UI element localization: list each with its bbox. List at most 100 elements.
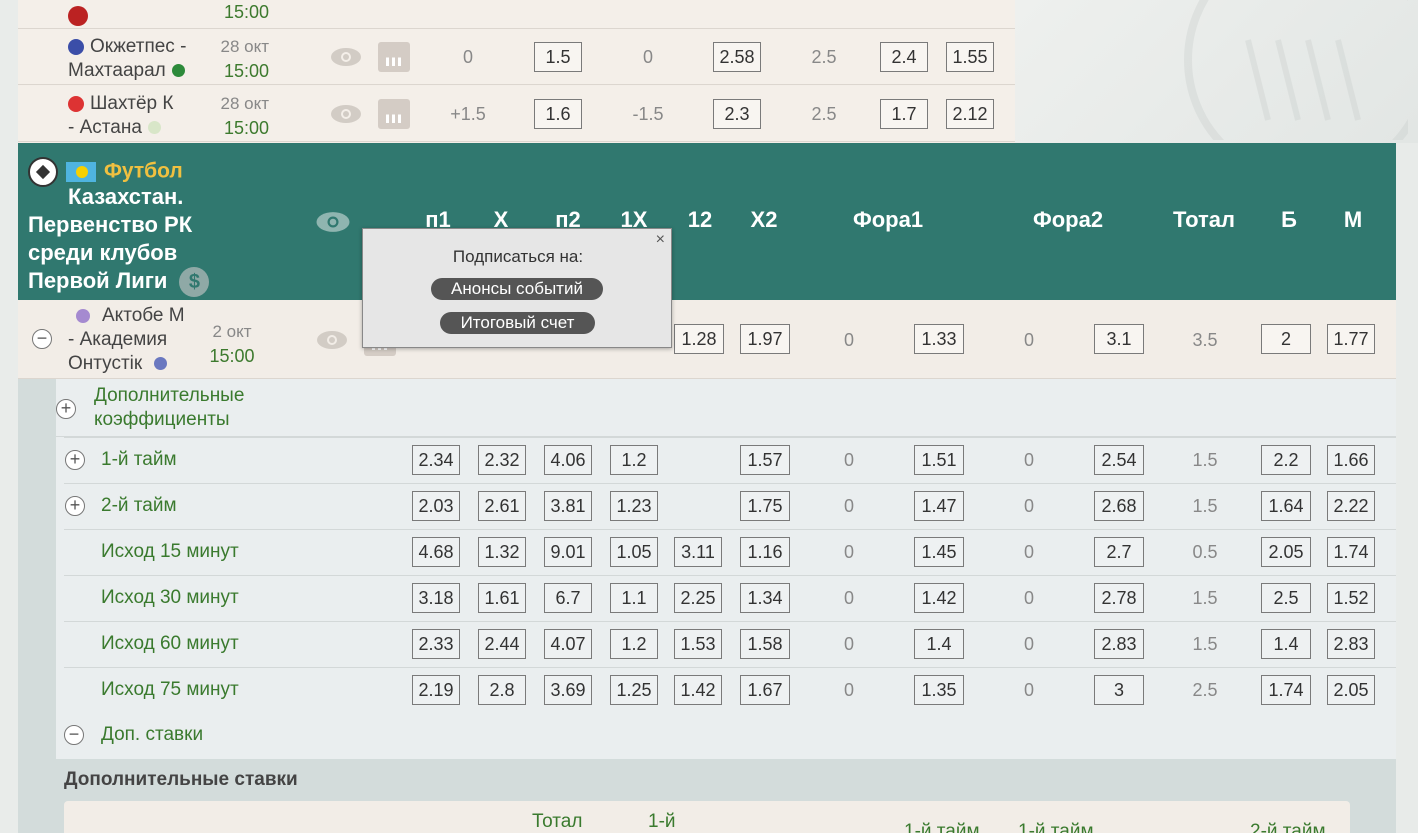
odd-button[interactable]: 1.05 xyxy=(610,537,658,567)
odd-button[interactable]: 2.32 xyxy=(478,445,526,475)
odd-button[interactable]: 2.12 xyxy=(946,99,994,129)
odd-button[interactable]: 3.1 xyxy=(1094,324,1144,354)
odd-button[interactable]: 9.01 xyxy=(544,537,592,567)
odd-button[interactable]: 1.57 xyxy=(740,445,790,475)
expand-toggle[interactable]: + xyxy=(56,399,76,419)
odd-button[interactable]: 2.68 xyxy=(1094,491,1144,521)
odd-button[interactable]: 3.18 xyxy=(412,583,460,613)
odd-button[interactable]: 1.5 xyxy=(534,42,582,72)
sub-market-label[interactable]: Исход 30 минут xyxy=(101,586,239,610)
odd-button[interactable]: 1.53 xyxy=(674,629,722,659)
odd-button[interactable]: 2 xyxy=(1261,324,1311,354)
odd-button[interactable]: 4.06 xyxy=(544,445,592,475)
sub-market-row[interactable]: Исход 15 минут 4.68 1.32 9.01 1.05 3.11 1.16 0 1… xyxy=(64,529,1396,575)
odd-button[interactable]: 1.35 xyxy=(914,675,964,705)
odd-button[interactable]: 1.4 xyxy=(1261,629,1311,659)
stats-icon[interactable] xyxy=(378,42,410,72)
odd-button[interactable]: 2.83 xyxy=(1094,629,1144,659)
odd-button[interactable]: 1.67 xyxy=(740,675,790,705)
odd-button[interactable]: 1.77 xyxy=(1327,324,1375,354)
expand-toggle[interactable]: + xyxy=(65,450,85,470)
odd-button[interactable]: 2.44 xyxy=(478,629,526,659)
odd-button[interactable]: 3.11 xyxy=(674,537,722,567)
match-row[interactable]: 15:00 xyxy=(18,0,1015,29)
odd-button[interactable]: 1.55 xyxy=(946,42,994,72)
odd-button[interactable]: 2.8 xyxy=(478,675,526,705)
odd-button[interactable]: 1.45 xyxy=(914,537,964,567)
odd-button[interactable]: 2.05 xyxy=(1327,675,1375,705)
odd-button[interactable]: 1.32 xyxy=(478,537,526,567)
odd-button[interactable]: 1.42 xyxy=(914,583,964,613)
sub-market-row[interactable]: +1-й тайм 2.34 2.32 4.06 1.2 1.57 0 1.51 0 2.54 1.… xyxy=(64,437,1396,483)
main-match-row[interactable]: − Актобе М - Академия Онтустік 2 окт 15:… xyxy=(18,300,1396,379)
odd-button[interactable]: 1.47 xyxy=(914,491,964,521)
extra-coefficients-row[interactable]: + Дополнительные коэффициенты xyxy=(56,379,1396,437)
sub-market-label[interactable]: Исход 15 минут xyxy=(101,540,239,564)
odd-button[interactable]: 2.03 xyxy=(412,491,460,521)
sub-market-label[interactable]: 2-й тайм xyxy=(101,494,177,518)
odd-button[interactable]: 3.81 xyxy=(544,491,592,521)
odd-button[interactable]: 2.33 xyxy=(412,629,460,659)
odd-button[interactable]: 2.83 xyxy=(1327,629,1375,659)
dop-stavki-row[interactable]: − Доп. ставки xyxy=(64,712,1396,758)
odd-button[interactable]: 2.19 xyxy=(412,675,460,705)
match-row[interactable]: Шахтёр К - Астана 28 окт 15:00 +1.5 1.6 … xyxy=(18,86,1015,142)
expand-toggle[interactable]: + xyxy=(65,496,85,516)
odd-button[interactable]: 1.75 xyxy=(740,491,790,521)
odd-button[interactable]: 1.33 xyxy=(914,324,964,354)
odd-button[interactable]: 6.7 xyxy=(544,583,592,613)
subscribe-announcements-button[interactable]: Анонсы событий xyxy=(431,278,603,300)
odd-button[interactable]: 1.28 xyxy=(674,324,724,354)
odd-button[interactable]: 4.07 xyxy=(544,629,592,659)
collapse-toggle[interactable]: − xyxy=(32,329,52,349)
sub-market-label[interactable]: 1-й тайм xyxy=(101,448,177,472)
subscribe-final-score-button[interactable]: Итоговый счет xyxy=(440,312,595,334)
match-teams[interactable]: Окжетпес - Махтаарал xyxy=(68,35,228,83)
odd-button[interactable]: 2.7 xyxy=(1094,537,1144,567)
eye-icon[interactable] xyxy=(316,330,348,350)
eye-icon[interactable] xyxy=(330,47,362,67)
odd-button[interactable]: 1.66 xyxy=(1327,445,1375,475)
odd-button[interactable]: 2.5 xyxy=(1261,583,1311,613)
dollar-icon[interactable]: $ xyxy=(179,267,210,298)
odd-button[interactable]: 1.2 xyxy=(610,629,658,659)
odd-button[interactable]: 3 xyxy=(1094,675,1144,705)
sub-market-row[interactable]: Исход 30 минут 3.18 1.61 6.7 1.1 2.25 1.34 0 1.4… xyxy=(64,575,1396,621)
sub-market-label[interactable]: Исход 75 минут xyxy=(101,678,239,702)
odd-button[interactable]: 1.42 xyxy=(674,675,722,705)
odd-button[interactable]: 3.69 xyxy=(544,675,592,705)
odd-button[interactable]: 2.4 xyxy=(880,42,928,72)
odd-button[interactable]: 1.2 xyxy=(610,445,658,475)
odd-button[interactable]: 1.1 xyxy=(610,583,658,613)
sub-market-row[interactable]: +2-й тайм 2.03 2.61 3.81 1.23 1.75 0 1.47 0 2.68 1… xyxy=(64,483,1396,529)
odd-button[interactable]: 1.7 xyxy=(880,99,928,129)
match-teams[interactable]: Шахтёр К - Астана xyxy=(68,92,228,140)
league-name[interactable]: Казахстан. Первенство РК среди клубов Пе… xyxy=(28,183,238,298)
odd-button[interactable]: 2.2 xyxy=(1261,445,1311,475)
odd-button[interactable]: 4.68 xyxy=(412,537,460,567)
odd-button[interactable]: 2.78 xyxy=(1094,583,1144,613)
odd-button[interactable]: 1.6 xyxy=(534,99,582,129)
odd-button[interactable]: 1.16 xyxy=(740,537,790,567)
odd-button[interactable]: 1.23 xyxy=(610,491,658,521)
sub-market-label[interactable]: Исход 60 минут xyxy=(101,632,239,656)
odd-button[interactable]: 2.22 xyxy=(1327,491,1375,521)
odd-button[interactable]: 1.25 xyxy=(610,675,658,705)
eye-icon[interactable] xyxy=(315,211,351,233)
odd-button[interactable]: 2.34 xyxy=(412,445,460,475)
odd-button[interactable]: 1.51 xyxy=(914,445,964,475)
odd-button[interactable]: 1.4 xyxy=(914,629,964,659)
sub-market-row[interactable]: Исход 60 минут 2.33 2.44 4.07 1.2 1.53 1.58 0 1.… xyxy=(64,621,1396,667)
odd-button[interactable]: 1.64 xyxy=(1261,491,1311,521)
eye-icon[interactable] xyxy=(330,104,362,124)
stats-icon[interactable] xyxy=(378,99,410,129)
match-row[interactable]: Окжетпес - Махтаарал 28 окт 15:00 0 1.5 … xyxy=(18,29,1015,85)
odd-button[interactable]: 1.74 xyxy=(1261,675,1311,705)
odd-button[interactable]: 2.25 xyxy=(674,583,722,613)
collapse-toggle[interactable]: − xyxy=(64,725,84,745)
match-teams[interactable]: Актобе М - Академия Онтустік xyxy=(68,304,228,376)
odd-button[interactable]: 1.61 xyxy=(478,583,526,613)
sub-market-row[interactable]: Исход 75 минут 2.19 2.8 3.69 1.25 1.42 1.67 0 1.… xyxy=(64,667,1396,712)
odd-button[interactable]: 2.05 xyxy=(1261,537,1311,567)
odd-button[interactable]: 1.34 xyxy=(740,583,790,613)
